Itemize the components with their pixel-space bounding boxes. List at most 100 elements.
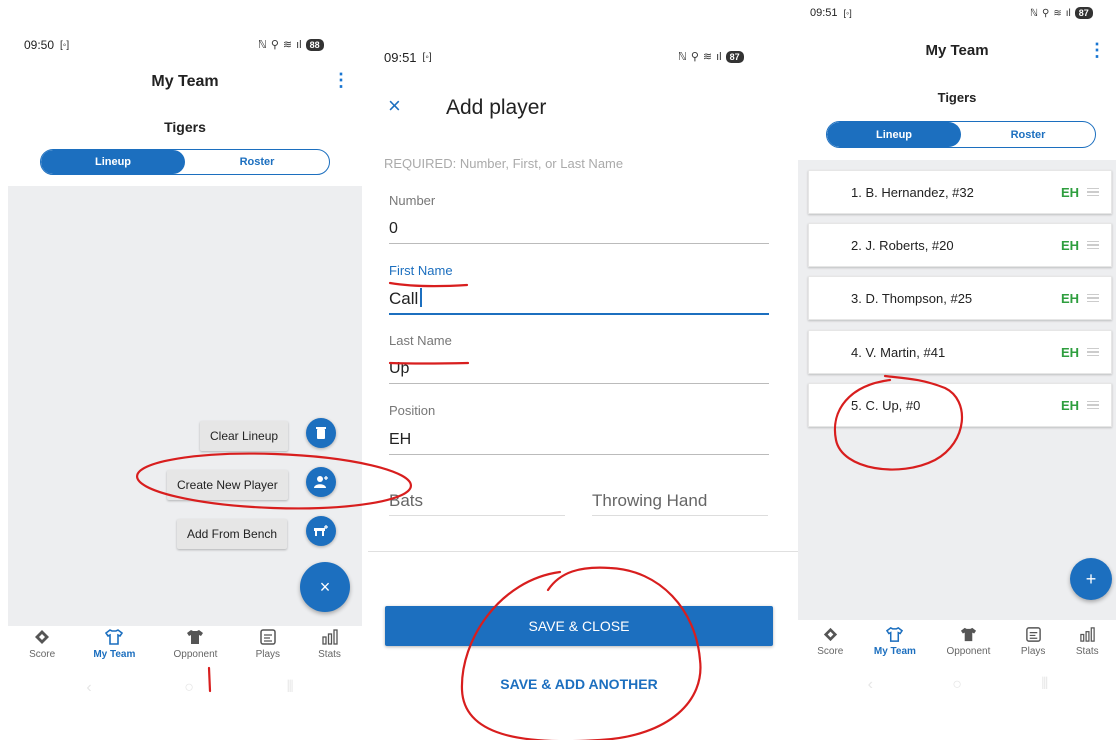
tab-lineup[interactable]: Lineup	[41, 150, 185, 174]
number-field[interactable]: 0	[389, 220, 398, 238]
add-button[interactable]: +	[1070, 558, 1112, 600]
drag-handle-icon[interactable]	[1087, 399, 1099, 412]
clear-lineup-button[interactable]	[306, 418, 336, 448]
shirt-outline-icon	[886, 627, 904, 642]
recents-icon[interactable]: ⦀	[1041, 676, 1048, 694]
lineup-row[interactable]: 5. C. Up, #0 EH	[808, 383, 1112, 427]
nav-stats[interactable]: Stats	[1076, 626, 1099, 657]
back-icon[interactable]: ‹	[868, 676, 873, 694]
wifi-icon: ≋	[1053, 7, 1062, 19]
screenshot-icon: [◦]	[843, 8, 852, 18]
screen-add-player: 09:51 [◦] ℕ ⚲ ≋ ıl 87 × Add player REQUI…	[368, 0, 798, 740]
list-icon	[260, 629, 276, 645]
system-navigation: ‹ ○ ⦀	[40, 676, 340, 700]
trash-icon	[316, 427, 326, 439]
signal-icon: ıl	[716, 50, 722, 63]
drag-handle-icon[interactable]	[1087, 346, 1099, 359]
home-icon[interactable]: ○	[952, 676, 962, 694]
list-icon	[1025, 627, 1041, 642]
status-bar-time: 09:51 [◦]	[384, 50, 432, 65]
mute-icon: ℕ	[258, 39, 267, 51]
nav-plays[interactable]: Plays	[1021, 626, 1045, 657]
lineup-row[interactable]: 1. B. Hernandez, #32 EH	[808, 170, 1112, 214]
signal-icon: ıl	[296, 38, 302, 51]
more-options-icon[interactable]: ⋮	[1088, 40, 1106, 61]
player-name: 2. J. Roberts, #20	[851, 237, 954, 253]
required-note: REQUIRED: Number, First, or Last Name	[384, 156, 624, 171]
location-icon: ⚲	[1042, 7, 1050, 19]
location-icon: ⚲	[270, 39, 279, 51]
nav-score[interactable]: Score	[817, 626, 843, 657]
signal-icon: ıl	[1065, 7, 1071, 19]
close-speed-dial-button[interactable]: ×	[300, 562, 350, 612]
status-bar-icons: ℕ ⚲ ≋ ıl 88	[258, 38, 324, 51]
more-options-icon[interactable]: ⋮	[332, 70, 350, 91]
last-name-underline	[389, 383, 769, 384]
team-name: Tigers	[164, 119, 206, 135]
lineup-row[interactable]: 3. D. Thompson, #25 EH	[808, 276, 1112, 320]
back-icon[interactable]: ‹	[86, 679, 91, 697]
create-new-player-label[interactable]: Create New Player	[167, 470, 288, 500]
nav-score[interactable]: Score	[29, 628, 55, 660]
nav-my-team[interactable]: My Team	[874, 626, 916, 657]
player-position: EH	[1060, 397, 1079, 413]
nav-stats[interactable]: Stats	[318, 628, 341, 660]
nav-opponent[interactable]: Opponent	[174, 628, 217, 660]
last-name-field[interactable]: Up	[389, 360, 409, 378]
shirt-outline-icon	[105, 629, 124, 645]
add-from-bench-label[interactable]: Add From Bench	[177, 519, 288, 549]
tab-lineup[interactable]: Lineup	[827, 122, 961, 147]
save-add-another-button[interactable]: SAVE & ADD ANOTHER	[385, 676, 773, 692]
number-underline	[389, 243, 769, 244]
drag-handle-icon[interactable]	[1087, 239, 1099, 252]
home-icon[interactable]: ○	[184, 679, 194, 697]
number-label: Number	[389, 193, 436, 208]
tab-roster[interactable]: Roster	[961, 122, 1095, 147]
first-name-field[interactable]: Call	[389, 288, 423, 309]
bottom-navigation: Score My Team Opponent Plays Stats	[802, 626, 1114, 657]
status-bar-time: 09:51 [◦]	[810, 7, 852, 19]
bar-chart-icon	[321, 629, 338, 645]
status-bar-icons: ℕ ⚲ ≋ ıl 87	[678, 50, 744, 63]
screenshot-icon: [◦]	[422, 52, 432, 63]
player-name: 3. D. Thompson, #25	[851, 290, 973, 306]
drag-handle-icon[interactable]	[1087, 292, 1099, 305]
position-underline	[389, 454, 769, 455]
diamond-icon	[823, 627, 837, 642]
page-title: My Team	[151, 73, 219, 90]
player-name: 1. B. Hernandez, #32	[851, 184, 974, 200]
nav-opponent[interactable]: Opponent	[946, 626, 990, 657]
battery-icon: 88	[305, 38, 324, 51]
drag-handle-icon[interactable]	[1087, 186, 1099, 199]
throwing-hand-field[interactable]: Throwing Hand	[592, 491, 707, 511]
nav-my-team[interactable]: My Team	[93, 628, 135, 660]
lineup-area	[8, 186, 362, 626]
create-new-player-button[interactable]	[306, 467, 336, 497]
bench-icon	[314, 525, 328, 536]
screen-my-team-speed-dial: 09:50 [◦] ℕ ⚲ ≋ ıl 88 My Team ⋮ Tigers L…	[0, 0, 368, 740]
player-position: EH	[1060, 344, 1079, 360]
battery-icon: 87	[1074, 7, 1093, 19]
lineup-row[interactable]: 2. J. Roberts, #20 EH	[808, 223, 1112, 267]
save-close-button[interactable]: SAVE & CLOSE	[385, 606, 773, 646]
mute-icon: ℕ	[678, 51, 687, 63]
wifi-icon: ≋	[282, 39, 293, 51]
nav-plays[interactable]: Plays	[256, 628, 280, 660]
screenshot-icon: [◦]	[60, 39, 70, 51]
recents-icon[interactable]: ⦀	[287, 679, 294, 697]
bar-chart-icon	[1080, 627, 1095, 642]
battery-icon: 87	[725, 50, 744, 63]
add-from-bench-button[interactable]	[306, 516, 336, 546]
page-title: Add player	[446, 96, 547, 119]
last-name-label: Last Name	[389, 333, 452, 348]
clear-lineup-label[interactable]: Clear Lineup	[200, 421, 289, 451]
tab-roster[interactable]: Roster	[185, 150, 329, 174]
close-icon: ×	[319, 576, 331, 597]
bats-field[interactable]: Bats	[389, 491, 423, 511]
position-field[interactable]: EH	[389, 431, 411, 449]
player-position: EH	[1060, 184, 1079, 200]
close-icon[interactable]: ×	[388, 93, 401, 119]
first-name-label: First Name	[389, 263, 453, 278]
lineup-row[interactable]: 4. V. Martin, #41 EH	[808, 330, 1112, 374]
bottom-navigation: Score My Team Opponent Plays Stats	[10, 628, 360, 660]
